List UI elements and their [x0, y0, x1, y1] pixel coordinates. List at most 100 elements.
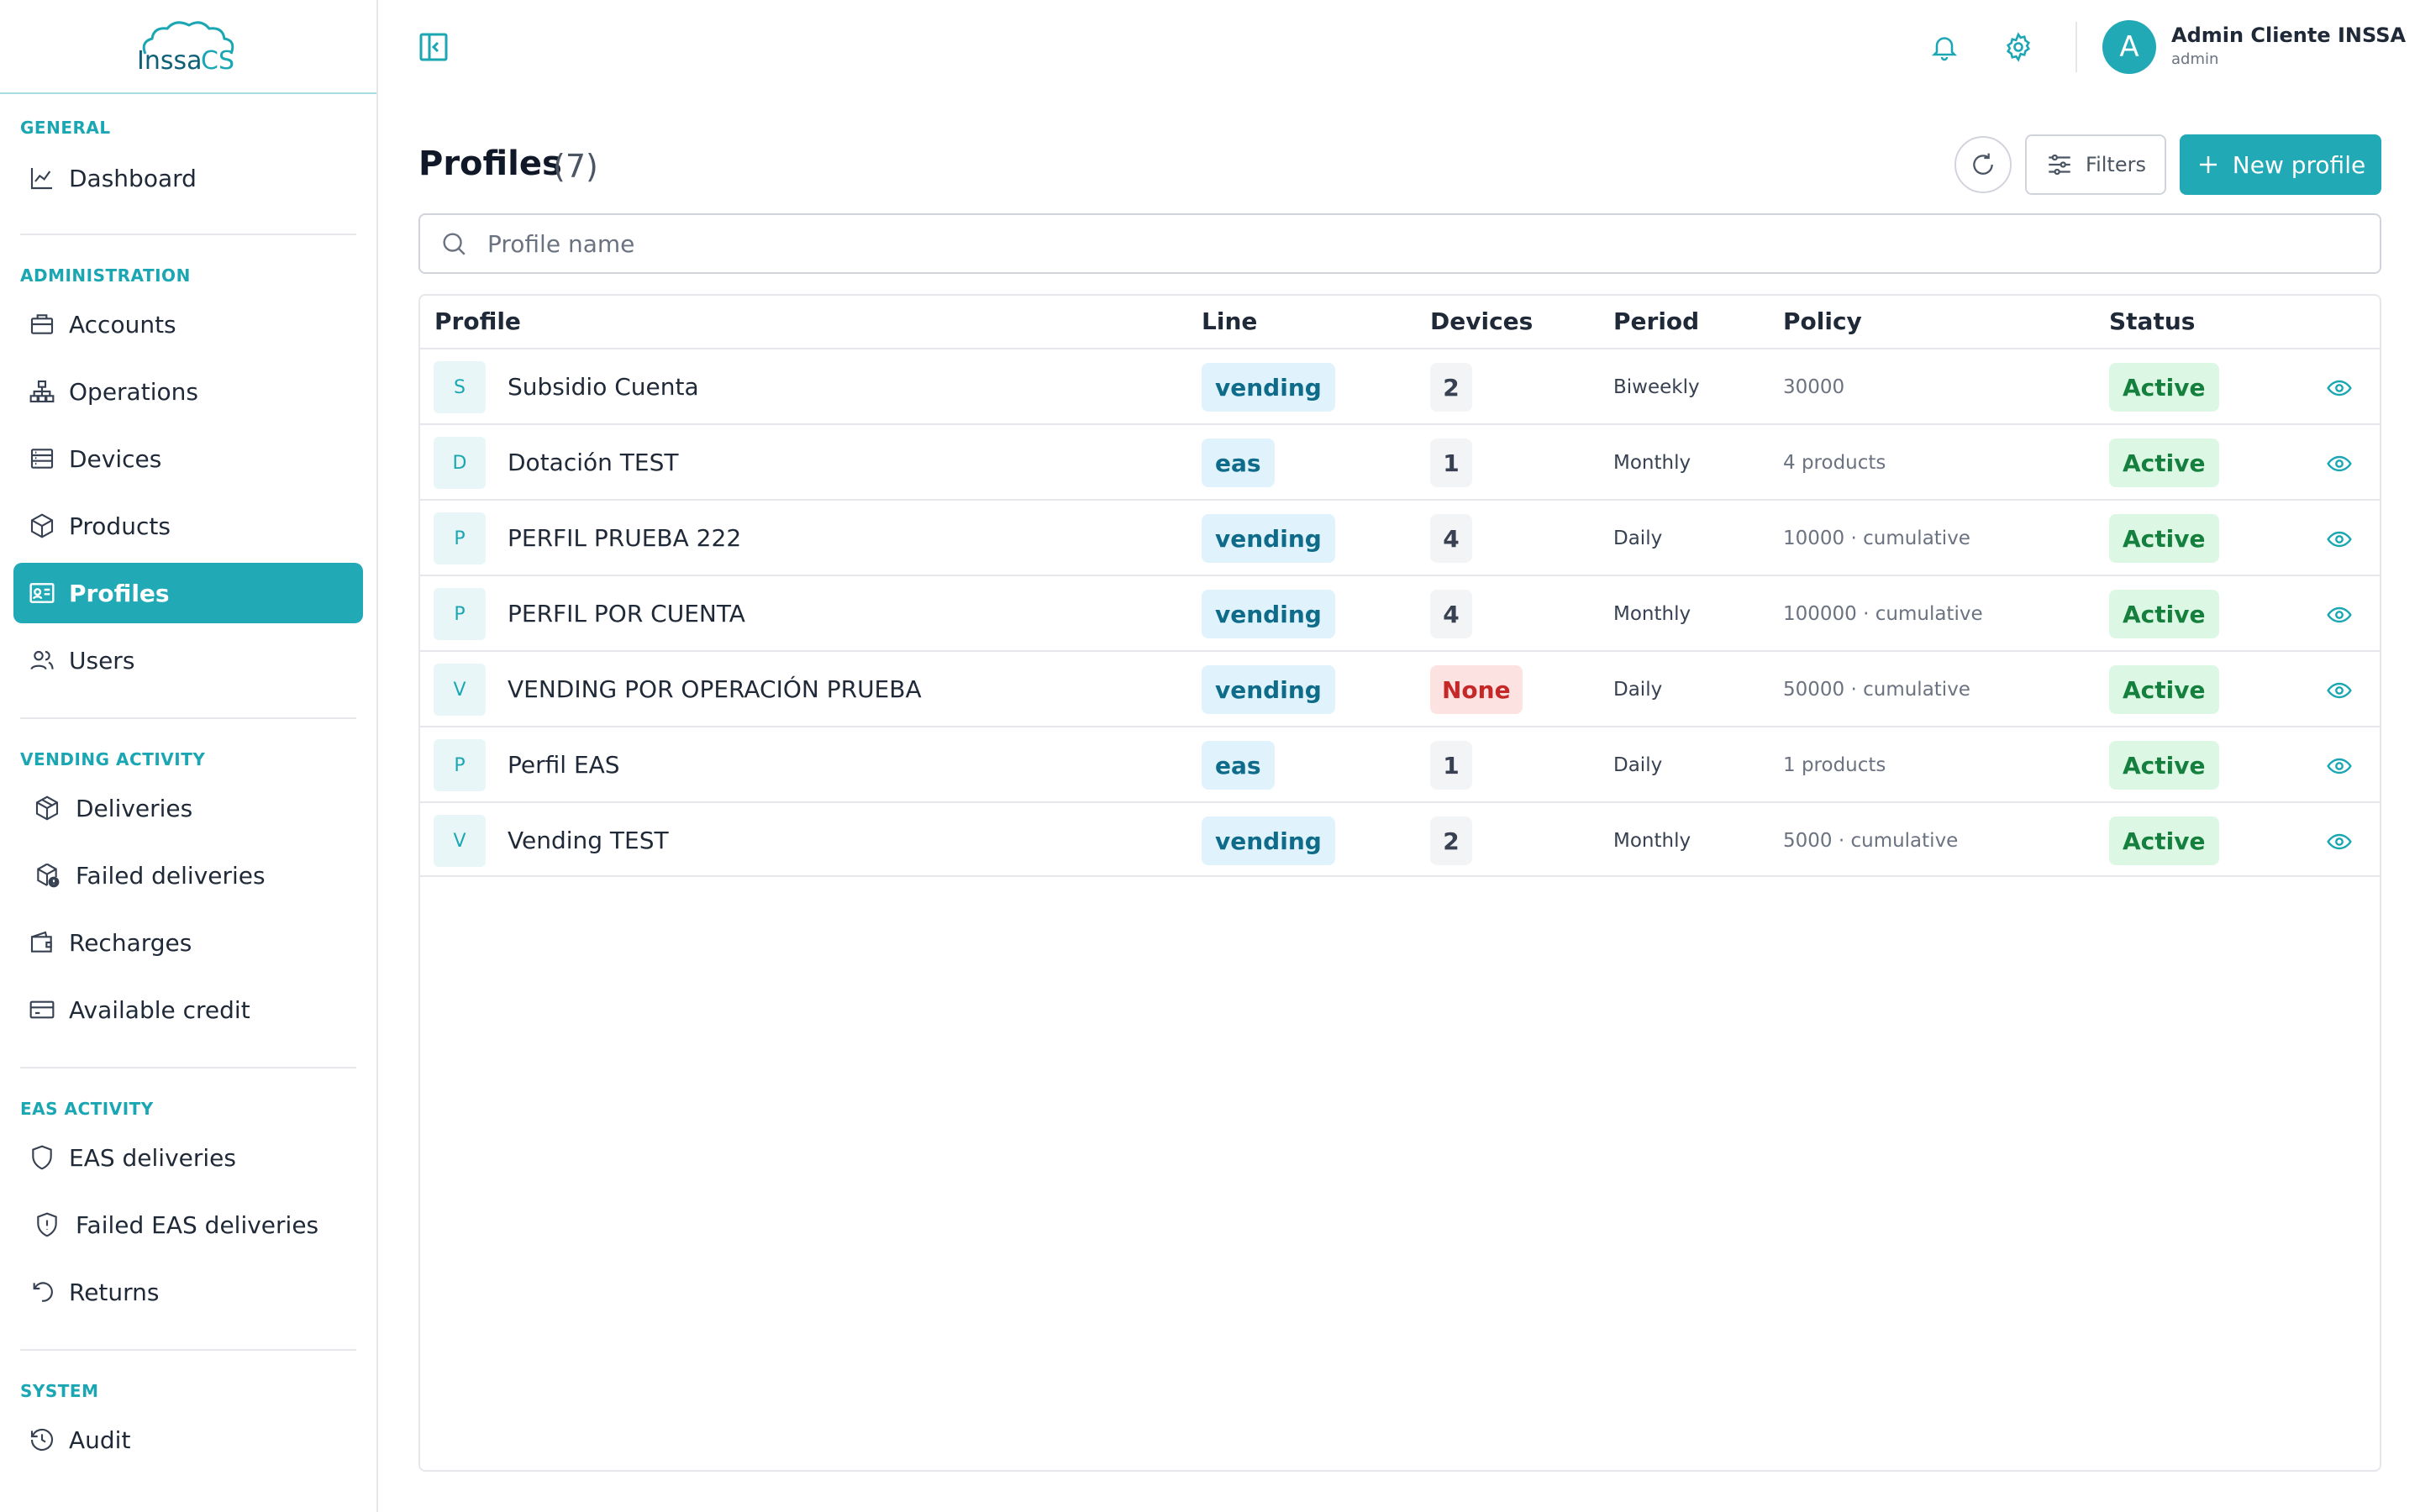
sidebar-item-devices[interactable]: Devices [13, 428, 363, 489]
sidebar-item-operations[interactable]: Operations [13, 361, 363, 422]
sidebar-item-products[interactable]: Products [13, 496, 363, 556]
line-badge: eas [1202, 438, 1275, 487]
plus-icon [2199, 156, 2217, 173]
sidebar-item-failed-eas-deliveries[interactable]: Failed EAS deliveries [13, 1194, 363, 1255]
period-value: Monthly [1613, 452, 1691, 474]
table-row[interactable]: S Subsidio Cuenta vending 2 Biweekly 300… [420, 348, 2380, 423]
column-header-profile[interactable]: Profile [434, 307, 521, 335]
sidebar-item-accounts[interactable]: Accounts [13, 294, 363, 354]
header-divider [2075, 22, 2077, 72]
table-row[interactable]: V Vending TEST vending 2 Monthly 5000 · … [420, 801, 2380, 877]
status-badge: Active [2109, 665, 2219, 714]
table-row[interactable]: P PERFIL PRUEBA 222 vending 4 Daily 1000… [420, 499, 2380, 575]
undo-icon [25, 1275, 59, 1309]
sidebar-toggle-button[interactable] [417, 30, 454, 64]
chart-line-icon [25, 161, 59, 195]
view-button[interactable] [2323, 522, 2356, 556]
sidebar-item-label: Failed deliveries [76, 861, 266, 890]
policy-value: 1 products [1783, 754, 1886, 776]
avatar[interactable]: A [2102, 20, 2156, 74]
sidebar-item-label: Returns [69, 1278, 160, 1306]
table-row[interactable]: V VENDING POR OPERACIÓN PRUEBA vending N… [420, 650, 2380, 726]
sidebar-item-label: Devices [69, 444, 162, 473]
devices-badge: 4 [1430, 514, 1472, 563]
notifications-button[interactable] [1926, 29, 1963, 66]
profile-name: PERFIL POR CUENTA [508, 600, 745, 627]
devices-badge: 1 [1430, 438, 1472, 487]
sidebar-item-returns[interactable]: Returns [13, 1262, 363, 1322]
profile-initial: V [434, 664, 486, 716]
table-row[interactable]: P Perfil EAS eas 1 Daily 1 products Acti… [420, 726, 2380, 801]
svg-text:Inssa: Inssa [137, 46, 203, 76]
sidebar-item-label: Deliveries [76, 794, 193, 822]
sidebar-item-dashboard[interactable]: Dashboard [13, 148, 363, 208]
policy-value: 10000 · cumulative [1783, 528, 1970, 549]
policy-value: 50000 · cumulative [1783, 679, 1970, 701]
history-icon [25, 1423, 59, 1457]
view-button[interactable] [2323, 447, 2356, 480]
sidebar-item-profiles[interactable]: Profiles [13, 563, 363, 623]
policy-value: 100000 · cumulative [1783, 603, 1983, 625]
eye-icon [2327, 758, 2352, 774]
column-header-status[interactable]: Status [2109, 307, 2195, 335]
column-header-line[interactable]: Line [1202, 307, 1257, 335]
status-badge: Active [2109, 438, 2219, 487]
svg-text:CS: CS [201, 46, 234, 76]
policy-value: 4 products [1783, 452, 1886, 474]
sidebar-item-eas-deliveries[interactable]: EAS deliveries [13, 1127, 363, 1188]
logo[interactable]: Inssa CS [0, 0, 376, 94]
credit-card-icon [25, 993, 59, 1026]
sidebar-item-failed-deliveries[interactable]: Failed deliveries [13, 845, 363, 906]
view-button[interactable] [2323, 749, 2356, 783]
line-badge: vending [1202, 590, 1335, 638]
sidebar-item-label: Users [69, 646, 135, 675]
shield-icon [25, 1141, 59, 1174]
devices-badge: 1 [1430, 741, 1472, 790]
refresh-button[interactable] [1954, 136, 2012, 193]
period-value: Daily [1613, 679, 1663, 701]
profile-name: PERFIL PRUEBA 222 [508, 524, 742, 552]
briefcase-icon [25, 307, 59, 341]
column-header-period[interactable]: Period [1613, 307, 1699, 335]
devices-badge: 4 [1430, 590, 1472, 638]
sidebar-item-recharges[interactable]: Recharges [13, 912, 363, 973]
users-icon [25, 643, 59, 677]
table-row[interactable]: D Dotación TEST eas 1 Monthly 4 products… [420, 423, 2380, 499]
line-badge: vending [1202, 816, 1335, 865]
view-button[interactable] [2323, 371, 2356, 405]
line-badge: vending [1202, 363, 1335, 412]
devices-badge: 2 [1430, 816, 1472, 865]
sidebar-item-audit[interactable]: Audit [13, 1410, 363, 1470]
profile-initial: P [434, 588, 486, 640]
eye-icon [2327, 682, 2352, 699]
sidebar-divider [20, 1067, 356, 1068]
profile-name: Vending TEST [508, 827, 669, 854]
gear-icon [2007, 32, 2030, 62]
sidebar-item-label: Profiles [69, 579, 170, 607]
profile-name: Subsidio Cuenta [508, 373, 699, 401]
sidebar-item-deliveries[interactable]: Deliveries [13, 778, 363, 838]
shield-alert-icon [30, 1208, 64, 1242]
view-button[interactable] [2323, 825, 2356, 858]
profile-name: VENDING POR OPERACIÓN PRUEBA [508, 675, 922, 703]
sidebar-item-available-credit[interactable]: Available credit [13, 979, 363, 1040]
eye-icon [2327, 606, 2352, 623]
search-input[interactable] [487, 229, 2336, 258]
view-button[interactable] [2323, 598, 2356, 632]
table-row[interactable]: P PERFIL POR CUENTA vending 4 Monthly 10… [420, 575, 2380, 650]
sidebar-item-users[interactable]: Users [13, 630, 363, 690]
filters-button[interactable]: Filters [2025, 134, 2166, 195]
wallet-icon [25, 926, 59, 959]
user-role: admin [2171, 50, 2219, 68]
bell-icon [1931, 37, 1958, 61]
sidebar-item-label: Available credit [69, 995, 250, 1024]
sidebar-divider [20, 717, 356, 719]
column-header-policy[interactable]: Policy [1783, 307, 1862, 335]
settings-button[interactable] [2000, 29, 2037, 66]
new-profile-button[interactable]: New profile [2180, 134, 2381, 195]
status-badge: Active [2109, 816, 2219, 865]
sidebar-item-label: Recharges [69, 928, 192, 957]
view-button[interactable] [2323, 674, 2356, 707]
user-name: Admin Cliente INSSA [2171, 24, 2407, 47]
column-header-devices[interactable]: Devices [1430, 307, 1533, 335]
